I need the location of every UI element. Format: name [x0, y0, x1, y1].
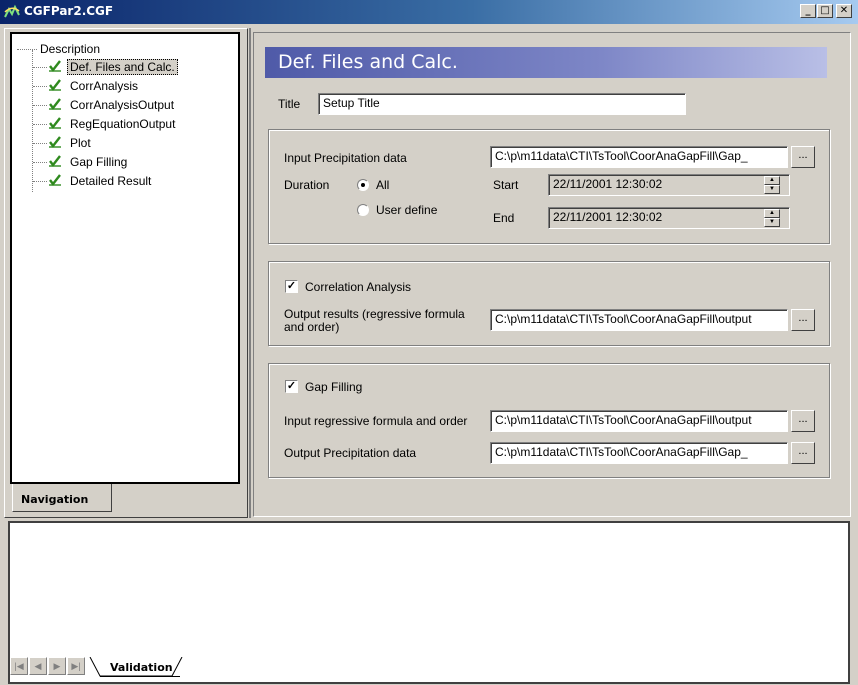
- tree-item-corranalysis-output[interactable]: CorrAnalysisOutput: [70, 97, 174, 113]
- validation-tab-outline: [89, 657, 183, 677]
- check-icon: [49, 79, 61, 91]
- prev-icon: ◀: [34, 661, 42, 671]
- regressive-label: Input regressive formula and order: [284, 414, 468, 428]
- label-line: and order): [284, 320, 340, 334]
- down-arrow-icon[interactable]: ▼: [764, 218, 780, 227]
- regressive-field[interactable]: C:\p\m11data\CTI\TsTool\CoorAnaGapFill\o…: [490, 410, 788, 432]
- tree-item-label: RegEquationOutput: [70, 117, 176, 131]
- tree-item-label: CorrAnalysis: [70, 79, 139, 93]
- tree-item-corranalysis[interactable]: CorrAnalysis: [70, 78, 138, 94]
- tree-item-label: CorrAnalysisOutput: [70, 98, 175, 112]
- tree-item-plot[interactable]: Plot: [70, 135, 91, 151]
- correlation-checkbox[interactable]: ✓: [285, 280, 298, 293]
- browse-button[interactable]: ...: [791, 146, 815, 168]
- last-icon: ▶|: [71, 661, 81, 671]
- up-arrow-icon[interactable]: ▲: [764, 176, 780, 185]
- check-icon: [49, 155, 61, 167]
- maximize-button[interactable]: □: [817, 4, 833, 18]
- radio-user-define-label: User define: [376, 203, 438, 217]
- end-label: End: [493, 211, 515, 225]
- tree-item-label: Detailed Result: [70, 174, 152, 188]
- title-label: Title: [278, 97, 301, 111]
- minimize-button[interactable]: _: [800, 4, 816, 18]
- close-icon: ✕: [839, 5, 849, 16]
- tree-item-regequation-output[interactable]: RegEquationOutput: [70, 116, 175, 132]
- window-title: CGFPar2.CGF: [24, 4, 114, 18]
- input-precip-field[interactable]: C:\p\m11data\CTI\TsTool\CoorAnaGapFill\G…: [490, 146, 788, 168]
- check-icon: [49, 117, 61, 129]
- tree-item-label: Gap Filling: [70, 155, 128, 169]
- title-input[interactable]: Setup Title: [318, 93, 686, 115]
- tree-item-label: Description: [40, 42, 101, 56]
- output-precip-field[interactable]: C:\p\m11data\CTI\TsTool\CoorAnaGapFill\G…: [490, 442, 788, 464]
- tab-navigation[interactable]: Navigation: [12, 484, 112, 512]
- check-icon: [49, 174, 61, 186]
- prev-sheet-button[interactable]: ◀: [29, 657, 47, 675]
- minimize-icon: _: [805, 5, 811, 16]
- check-icon: [49, 60, 61, 72]
- tree-item-def-files[interactable]: Def. Files and Calc.: [67, 59, 178, 75]
- tree-item-label: Def. Files and Calc.: [67, 59, 178, 75]
- title-bar[interactable]: [0, 0, 858, 24]
- app-icon: [4, 4, 20, 18]
- check-icon: [49, 136, 61, 148]
- navigation-tree[interactable]: Description Def. Files and Calc. CorrAna…: [10, 32, 240, 484]
- tree-item-label: Plot: [70, 136, 91, 150]
- input-precip-label: Input Precipitation data: [284, 151, 407, 165]
- close-button[interactable]: ✕: [836, 4, 852, 18]
- last-sheet-button[interactable]: ▶|: [67, 657, 85, 675]
- correlation-label: Correlation Analysis: [305, 280, 412, 294]
- first-sheet-button[interactable]: |◀: [10, 657, 28, 675]
- browse-button[interactable]: ...: [791, 442, 815, 464]
- tree-item-gap-filling[interactable]: Gap Filling: [70, 154, 127, 170]
- output-precip-label: Output Precipitation data: [284, 446, 417, 460]
- radio-all-label: All: [376, 178, 390, 192]
- radio-user-define[interactable]: [357, 204, 369, 216]
- start-datetime-field[interactable]: 22/11/2001 12:30:02: [548, 174, 790, 196]
- end-datetime-field[interactable]: 22/11/2001 12:30:02: [548, 207, 790, 229]
- radio-all[interactable]: [357, 179, 369, 191]
- browse-button[interactable]: ...: [791, 309, 815, 331]
- tree-item-description[interactable]: Description: [40, 41, 100, 57]
- correlation-output-field[interactable]: C:\p\m11data\CTI\TsTool\CoorAnaGapFill\o…: [490, 309, 788, 331]
- maximize-icon: □: [820, 5, 830, 16]
- start-spinner[interactable]: ▲ ▼: [764, 176, 780, 194]
- gapfill-label: Gap Filling: [305, 380, 363, 394]
- first-icon: |◀: [14, 661, 24, 671]
- check-icon: [49, 98, 61, 110]
- browse-button[interactable]: ...: [791, 410, 815, 432]
- next-icon: ▶: [53, 661, 61, 671]
- down-arrow-icon[interactable]: ▼: [764, 185, 780, 194]
- next-sheet-button[interactable]: ▶: [48, 657, 66, 675]
- tree-item-detailed-result[interactable]: Detailed Result: [70, 173, 151, 189]
- end-spinner[interactable]: ▲ ▼: [764, 209, 780, 227]
- correlation-output-label: Output results (regressive formula and o…: [284, 308, 465, 334]
- vertical-splitter[interactable]: [249, 28, 251, 518]
- gapfill-checkbox[interactable]: ✓: [285, 380, 298, 393]
- page-title: Def. Files and Calc.: [278, 51, 458, 73]
- start-label: Start: [493, 178, 519, 192]
- duration-label: Duration: [284, 178, 330, 192]
- up-arrow-icon[interactable]: ▲: [764, 209, 780, 218]
